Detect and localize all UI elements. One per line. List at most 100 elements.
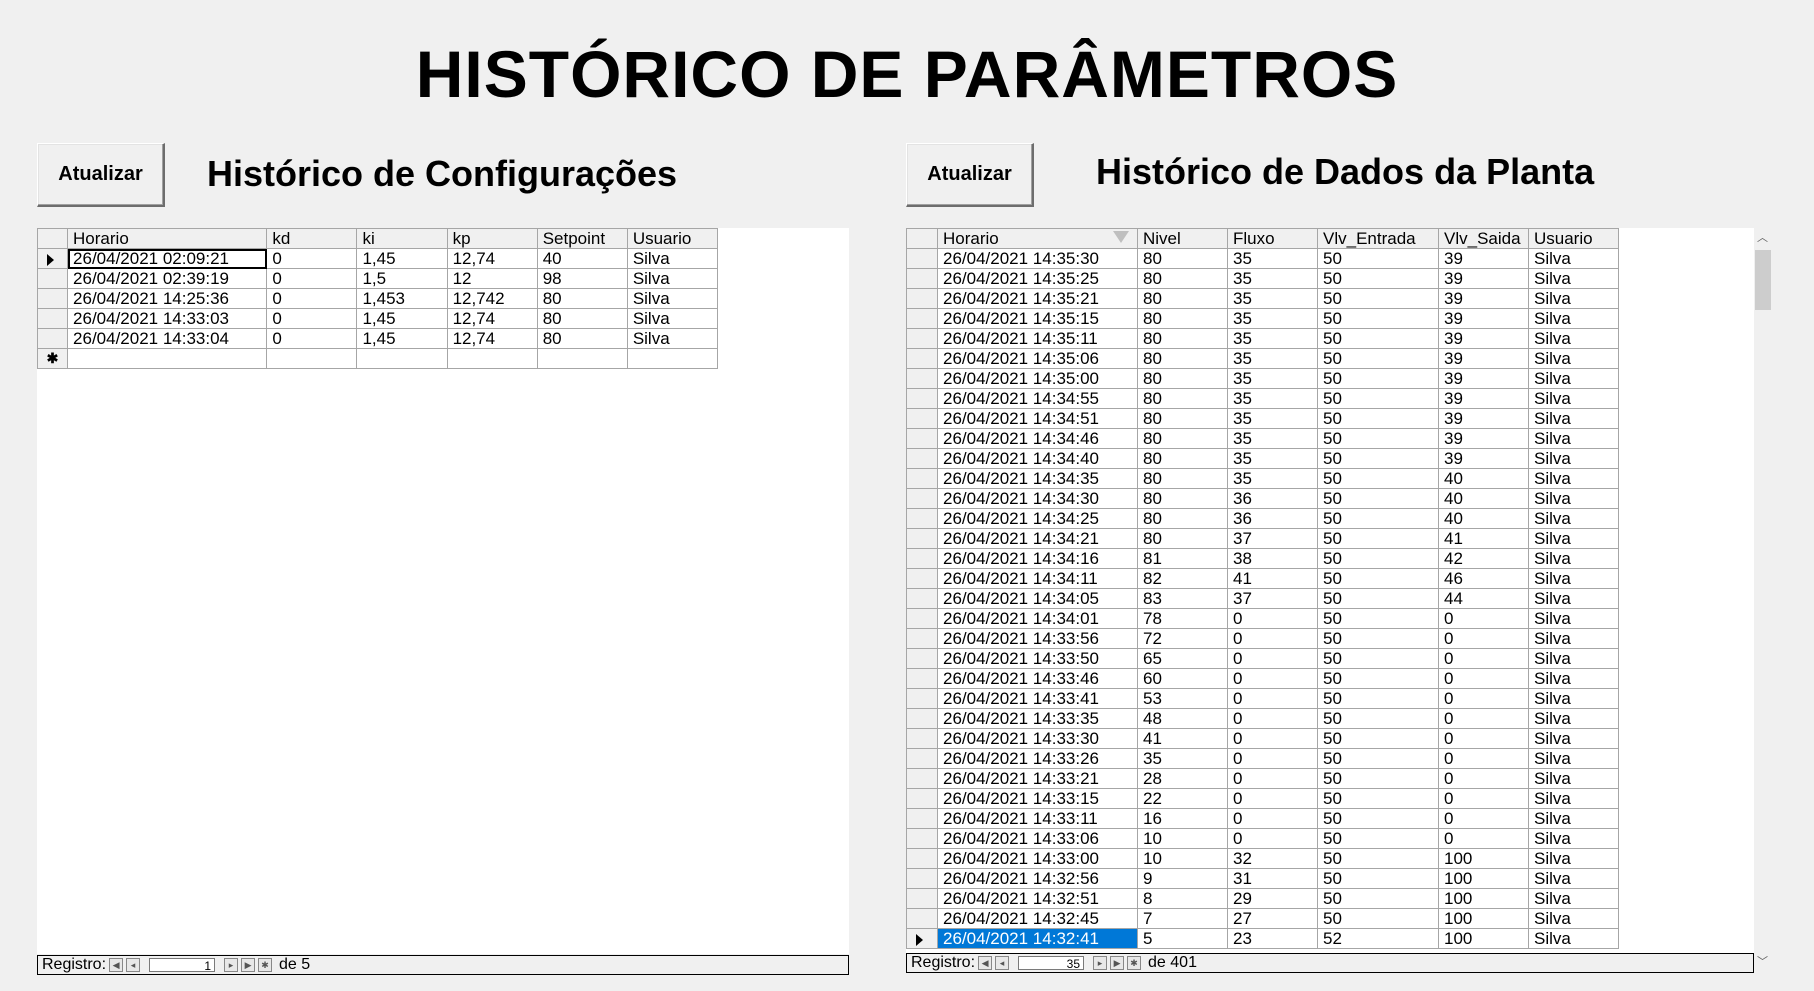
row-selector[interactable] xyxy=(906,908,938,929)
plant-cell[interactable]: 41 xyxy=(1438,528,1529,549)
plant-cell[interactable]: 26/04/2021 14:33:21 xyxy=(937,768,1138,789)
plant-cell[interactable]: 50 xyxy=(1317,368,1439,389)
plant-cell[interactable]: 50 xyxy=(1317,528,1439,549)
plant-row[interactable]: 26/04/2021 14:35:11 80 35 50 39 Silva xyxy=(906,328,1619,349)
first-record-icon[interactable]: ◀ xyxy=(109,958,124,972)
plant-cell[interactable]: 80 xyxy=(1137,468,1228,489)
plant-cell[interactable]: 40 xyxy=(1438,488,1529,509)
row-selector[interactable] xyxy=(906,328,938,349)
plant-cell[interactable]: 65 xyxy=(1137,648,1228,669)
plant-cell[interactable]: 10 xyxy=(1137,848,1228,869)
plant-cell[interactable]: Silva xyxy=(1528,908,1619,929)
last-record-icon[interactable]: ▶ xyxy=(1110,956,1125,970)
plant-cell[interactable]: 50 xyxy=(1317,248,1439,269)
new-record-cell[interactable] xyxy=(356,348,448,369)
plant-cell[interactable]: 35 xyxy=(1137,748,1228,769)
plant-cell[interactable]: 26/04/2021 14:35:25 xyxy=(937,268,1138,289)
plant-cell[interactable]: Silva xyxy=(1528,308,1619,329)
plant-cell[interactable]: 50 xyxy=(1317,408,1439,429)
plant-cell[interactable]: 80 xyxy=(1137,528,1228,549)
plant-cell[interactable]: 80 xyxy=(1137,388,1228,409)
plant-cell[interactable]: 35 xyxy=(1227,328,1318,349)
plant-cell[interactable]: 26/04/2021 14:35:30 xyxy=(937,248,1138,269)
row-selector[interactable] xyxy=(906,248,938,269)
config-cell[interactable]: Silva xyxy=(626,248,719,269)
row-selector[interactable] xyxy=(906,568,938,589)
plant-row[interactable]: 26/04/2021 14:33:26 35 0 50 0 Silva xyxy=(906,748,1619,769)
plant-cell[interactable]: 39 xyxy=(1438,248,1529,269)
plant-row[interactable]: 26/04/2021 14:34:30 80 36 50 40 Silva xyxy=(906,488,1619,509)
config-cell[interactable]: 0 xyxy=(266,308,358,329)
plant-row[interactable]: 26/04/2021 14:34:51 80 35 50 39 Silva xyxy=(906,408,1619,429)
plant-vertical-scrollbar[interactable]: ︿ ﹀ xyxy=(1754,228,1773,973)
plant-cell[interactable]: 83 xyxy=(1137,588,1228,609)
chevron-up-icon[interactable]: ︿ xyxy=(1754,230,1771,247)
plant-cell[interactable]: 26/04/2021 14:32:56 xyxy=(937,868,1138,889)
row-selector[interactable] xyxy=(906,728,938,749)
row-selector[interactable] xyxy=(906,428,938,449)
plant-cell[interactable]: 0 xyxy=(1438,728,1529,749)
plant-cell[interactable]: Silva xyxy=(1528,388,1619,409)
column-header[interactable]: Setpoint xyxy=(536,228,628,249)
plant-cell[interactable]: 80 xyxy=(1137,248,1228,269)
plant-row[interactable]: 26/04/2021 14:34:25 80 36 50 40 Silva xyxy=(906,508,1619,529)
plant-cell[interactable]: 36 xyxy=(1227,488,1318,509)
plant-cell[interactable]: Silva xyxy=(1528,928,1619,949)
plant-cell[interactable]: 0 xyxy=(1227,608,1318,629)
plant-cell[interactable]: 26/04/2021 14:32:51 xyxy=(937,888,1138,909)
plant-cell[interactable]: 26/04/2021 14:33:15 xyxy=(937,788,1138,809)
plant-cell[interactable]: 0 xyxy=(1438,768,1529,789)
plant-cell[interactable]: Silva xyxy=(1528,468,1619,489)
column-header[interactable]: Nivel xyxy=(1137,228,1228,249)
plant-cell[interactable]: 26/04/2021 14:34:21 xyxy=(937,528,1138,549)
plant-cell[interactable]: 0 xyxy=(1227,748,1318,769)
row-selector[interactable] xyxy=(37,268,69,289)
plant-cell[interactable]: 0 xyxy=(1438,788,1529,809)
plant-cell[interactable]: 26/04/2021 14:33:00 xyxy=(937,848,1138,869)
plant-row[interactable]: 26/04/2021 14:33:46 60 0 50 0 Silva xyxy=(906,668,1619,689)
plant-cell[interactable]: 26/04/2021 14:34:16 xyxy=(937,548,1138,569)
plant-cell[interactable]: Silva xyxy=(1528,828,1619,849)
config-cell[interactable]: Silva xyxy=(626,288,719,309)
plant-cell[interactable]: 22 xyxy=(1137,788,1228,809)
plant-cell[interactable]: Silva xyxy=(1528,728,1619,749)
row-selector[interactable] xyxy=(906,768,938,789)
plant-row[interactable]: 26/04/2021 14:35:06 80 35 50 39 Silva xyxy=(906,348,1619,369)
plant-cell[interactable]: 78 xyxy=(1137,608,1228,629)
row-selector[interactable] xyxy=(906,368,938,389)
plant-cell[interactable]: 35 xyxy=(1227,348,1318,369)
plant-cell[interactable]: 50 xyxy=(1317,328,1439,349)
plant-cell[interactable]: 5 xyxy=(1137,928,1228,949)
plant-cell[interactable]: Silva xyxy=(1528,268,1619,289)
config-cell[interactable]: 12 xyxy=(446,268,538,289)
plant-cell[interactable]: 35 xyxy=(1227,428,1318,449)
row-selector[interactable] xyxy=(37,328,69,349)
column-header[interactable]: ki xyxy=(356,228,448,249)
plant-row[interactable]: 26/04/2021 14:34:40 80 35 50 39 Silva xyxy=(906,448,1619,469)
plant-cell[interactable]: 26/04/2021 14:35:15 xyxy=(937,308,1138,329)
new-record-cell[interactable] xyxy=(626,348,719,369)
plant-cell[interactable]: 0 xyxy=(1438,688,1529,709)
row-selector-header[interactable] xyxy=(906,228,938,249)
plant-cell[interactable]: 0 xyxy=(1227,728,1318,749)
previous-record-icon[interactable]: ◂ xyxy=(126,958,141,972)
plant-cell[interactable]: 0 xyxy=(1227,688,1318,709)
row-selector[interactable] xyxy=(906,788,938,809)
config-cell[interactable]: 80 xyxy=(536,328,628,349)
plant-cell[interactable]: 50 xyxy=(1317,588,1439,609)
plant-row[interactable]: 26/04/2021 14:35:25 80 35 50 39 Silva xyxy=(906,268,1619,289)
plant-cell[interactable]: 37 xyxy=(1227,528,1318,549)
plant-cell[interactable]: Silva xyxy=(1528,688,1619,709)
plant-row[interactable]: 26/04/2021 14:33:56 72 0 50 0 Silva xyxy=(906,628,1619,649)
plant-cell[interactable]: 52 xyxy=(1317,928,1439,949)
plant-cell[interactable]: 26/04/2021 14:34:55 xyxy=(937,388,1138,409)
column-header[interactable]: Usuario xyxy=(1528,228,1619,249)
plant-cell[interactable]: 41 xyxy=(1137,728,1228,749)
config-cell[interactable]: Silva xyxy=(626,308,719,329)
plant-cell[interactable]: 50 xyxy=(1317,308,1439,329)
plant-row[interactable]: 26/04/2021 14:35:15 80 35 50 39 Silva xyxy=(906,308,1619,329)
row-selector[interactable] xyxy=(906,388,938,409)
plant-cell[interactable]: Silva xyxy=(1528,568,1619,589)
plant-cell[interactable]: Silva xyxy=(1528,448,1619,469)
plant-cell[interactable]: 80 xyxy=(1137,448,1228,469)
